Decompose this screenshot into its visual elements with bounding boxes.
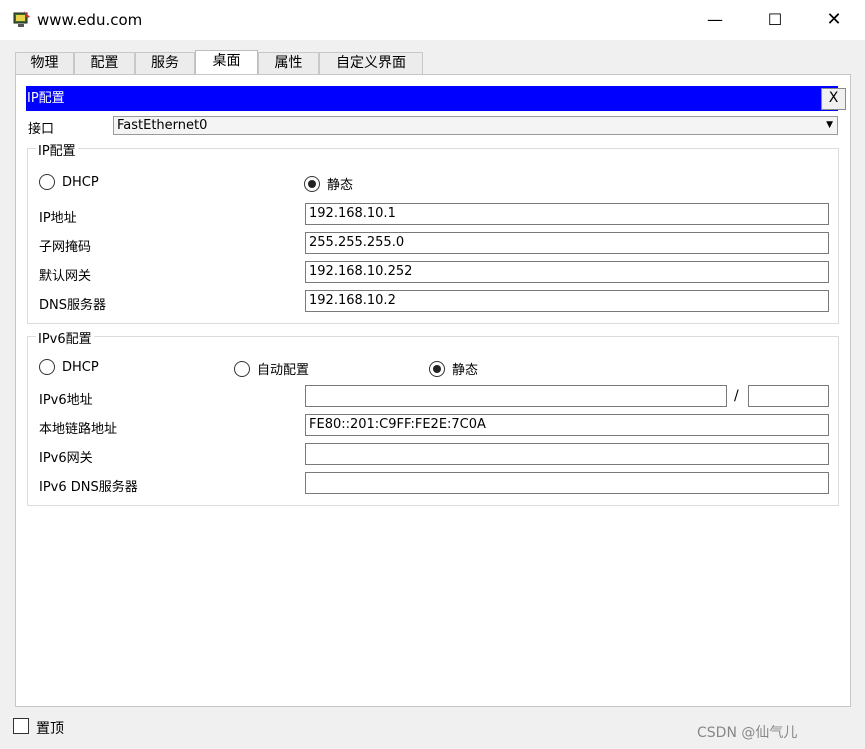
ipv6-dhcp-label: DHCP [62,359,99,375]
radio-off-icon [39,359,55,375]
ipv6-static-radio[interactable]: 静态 [429,359,478,378]
desktop-content: IP配置 X 接口 FastEthernet0 ▼ IP配置 DHCP 静态 I… [15,74,851,707]
link-local-address-label: 本地链路地址 [39,422,118,437]
tab-attributes[interactable]: 属性 [258,52,319,74]
tab-config[interactable]: 配置 [74,52,135,74]
default-gateway-input[interactable]: 192.168.10.252 [305,261,829,283]
ipv4-static-label: 静态 [327,178,354,193]
always-on-top-checkbox[interactable] [13,718,29,734]
ip-config-close-button[interactable]: X [821,88,846,110]
csdn-watermark: CSDN @仙气儿 [697,725,798,741]
link-local-address-input[interactable]: FE80::201:C9FF:FE2E:7C0A [305,414,829,436]
ipv6-dns-server-input[interactable] [305,472,829,494]
ip-address-input[interactable]: 192.168.10.1 [305,203,829,225]
ipv6-auto-config-label: 自动配置 [257,363,310,378]
minimize-button[interactable]: — [700,8,730,32]
ipv6-static-label: 静态 [452,363,479,378]
ipv6-gateway-label: IPv6网关 [39,451,93,466]
radio-on-icon [304,175,320,192]
ipv4-static-radio[interactable]: 静态 [304,174,353,193]
subnet-mask-input[interactable]: 255.255.255.0 [305,232,829,254]
dns-server-input[interactable]: 192.168.10.2 [305,290,829,312]
window-body: 物理 配置 服务 桌面 属性 自定义界面 IP配置 X 接口 FastEther… [0,40,865,749]
window-title: www.edu.com [37,11,143,29]
ipv6-dns-server-label: IPv6 DNS服务器 [39,480,138,495]
interface-label: 接口 [28,122,55,137]
ip-config-title: IP配置 [27,91,65,106]
dropdown-arrow-icon: ▼ [826,120,833,130]
ipv6-dhcp-radio[interactable]: DHCP [39,359,99,375]
default-gateway-label: 默认网关 [39,269,92,284]
window-titlebar: www.edu.com — ☐ ✕ [0,0,865,40]
ip-address-label: IP地址 [39,211,77,226]
maximize-button[interactable]: ☐ [760,8,790,32]
close-window-button[interactable]: ✕ [819,8,849,32]
interface-selected-value: FastEthernet0 [117,118,208,133]
ipv4-dhcp-radio[interactable]: DHCP [39,174,99,190]
radio-off-icon [39,174,55,190]
radio-on-icon [429,360,445,377]
prefix-separator: / [734,388,739,404]
subnet-mask-label: 子网掩码 [39,240,92,255]
interface-select[interactable]: FastEthernet0 ▼ [113,116,838,135]
tab-services[interactable]: 服务 [135,52,195,74]
always-on-top-label: 置顶 [36,721,64,737]
radio-off-icon [234,360,250,377]
ipv6-address-input[interactable] [305,385,727,407]
ipv6-address-label: IPv6地址 [39,393,93,408]
ipv4-dhcp-label: DHCP [62,174,99,190]
ipv6-gateway-input[interactable] [305,443,829,465]
ipv4-group-title: IP配置 [36,140,78,159]
tab-custom-interface[interactable]: 自定义界面 [319,52,423,74]
ipv6-group-title: IPv6配置 [36,328,94,347]
tab-desktop[interactable]: 桌面 [195,50,258,74]
dns-server-label: DNS服务器 [39,298,106,313]
ipv6-prefix-input[interactable] [748,385,829,407]
tab-physical[interactable]: 物理 [15,52,74,74]
ipv6-auto-config-radio[interactable]: 自动配置 [234,359,309,378]
ipv4-config-group: IP配置 DHCP 静态 IP地址 192.168.10.1 子网掩码 255.… [27,140,839,324]
ip-config-header: IP配置 X [26,86,846,111]
packet-tracer-pc-icon [13,11,30,27]
ipv6-config-group: IPv6配置 DHCP 自动配置 静态 IPv6地址 / 本地链路地址 FE80… [27,328,839,506]
